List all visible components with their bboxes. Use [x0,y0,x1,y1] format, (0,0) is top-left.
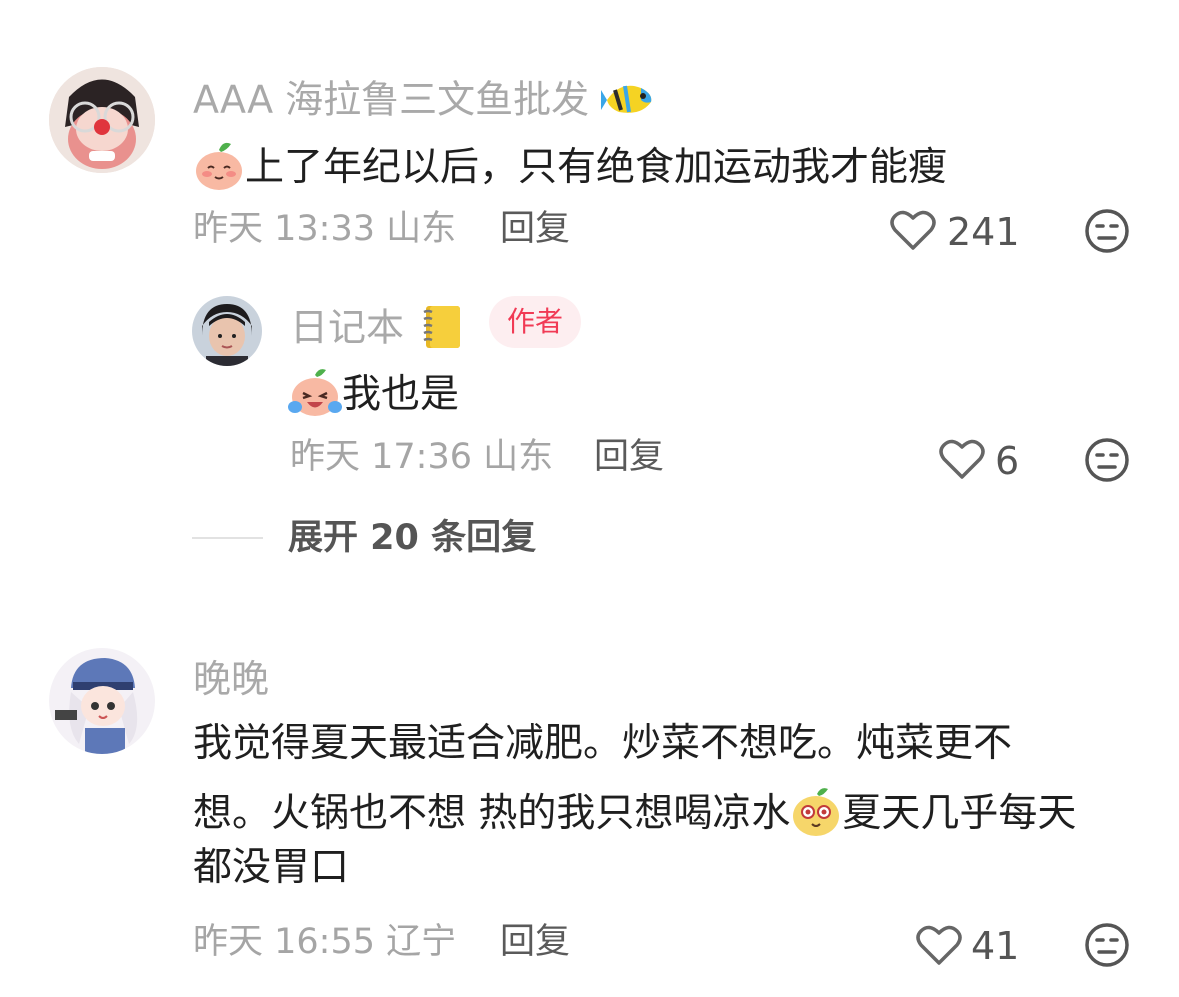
reply-text: 我也是 [288,367,459,426]
avatar[interactable] [49,648,155,754]
heart-icon [890,210,936,250]
author-badge: 作者 [489,296,582,348]
username[interactable]: 晚晚 [193,660,269,698]
timestamp: 昨天 16:55 [193,922,375,962]
heart-icon [916,925,962,965]
reply-username-text: 日记本 [290,305,405,350]
comment-text-line2b: 夏天几乎每天 [842,791,1077,836]
like-count: 41 [971,924,1020,968]
avatar[interactable] [49,67,155,173]
reply-meta: 昨天 17:36 山东 [290,440,553,475]
username[interactable]: AAA 海拉鲁三文鱼批发 [193,76,657,128]
like-button[interactable] [889,208,937,256]
dislike-button[interactable] [1083,207,1131,259]
reply-timestamp: 昨天 17:36 [290,437,472,477]
notebook-icon [416,302,466,358]
timestamp: 昨天 13:33 [193,209,375,249]
reply-dislike-button[interactable] [1083,436,1131,488]
reply-reply-button[interactable]: 回复 [594,440,664,475]
dislike-button[interactable] [1083,921,1131,973]
reply-username[interactable]: 日记本 [290,302,466,358]
like-count: 241 [947,210,1020,254]
comment-text-body: 上了年纪以后，只有绝食加运动我才能瘦 [245,145,948,190]
comment-text-line1: 我觉得夏天最适合减肥。炒菜不想吃。炖菜更不 [193,721,1013,766]
comment-meta: 昨天 13:33 山东 [193,212,456,247]
avatar-image [49,67,155,173]
location: 山东 [386,209,457,249]
reply-like-count: 6 [995,439,1020,483]
reply-location: 山东 [483,437,554,477]
meh-face-icon [1085,438,1129,482]
like-button[interactable] [915,923,963,971]
heart-icon [939,439,985,479]
reply-avatar[interactable] [192,296,262,366]
tropical-fish-icon [601,76,657,128]
reply-avatar-image [192,296,262,366]
avatar-image [49,648,155,754]
comment-text-line2a: 想。火锅也不想 热的我只想喝凉水 [193,791,791,836]
reply-like-button[interactable] [938,437,986,485]
expand-divider [192,537,263,539]
reply-text-body: 我也是 [342,372,460,417]
dizzy-face-icon [790,786,842,845]
username-text: AAA 海拉鲁三文鱼批发 [193,77,590,122]
location: 辽宁 [386,922,457,962]
meh-face-icon [1085,209,1129,253]
comment-meta: 昨天 16:55 辽宁 [193,925,456,960]
comment-text: 上了年纪以后，只有绝食加运动我才能瘦 [193,140,947,199]
laughing-crying-face-icon [288,367,342,426]
reply-button[interactable]: 回复 [500,925,570,960]
comment-text-line2: 想。火锅也不想 热的我只想喝凉水 夏天几乎每天 [193,786,1076,845]
reply-button[interactable]: 回复 [500,212,570,247]
comment-text-line3: 都没胃口 [193,845,350,890]
meh-face-icon [1085,923,1129,967]
blush-face-icon [193,140,245,199]
expand-replies-button[interactable]: 展开 20 条回复 [288,521,536,556]
